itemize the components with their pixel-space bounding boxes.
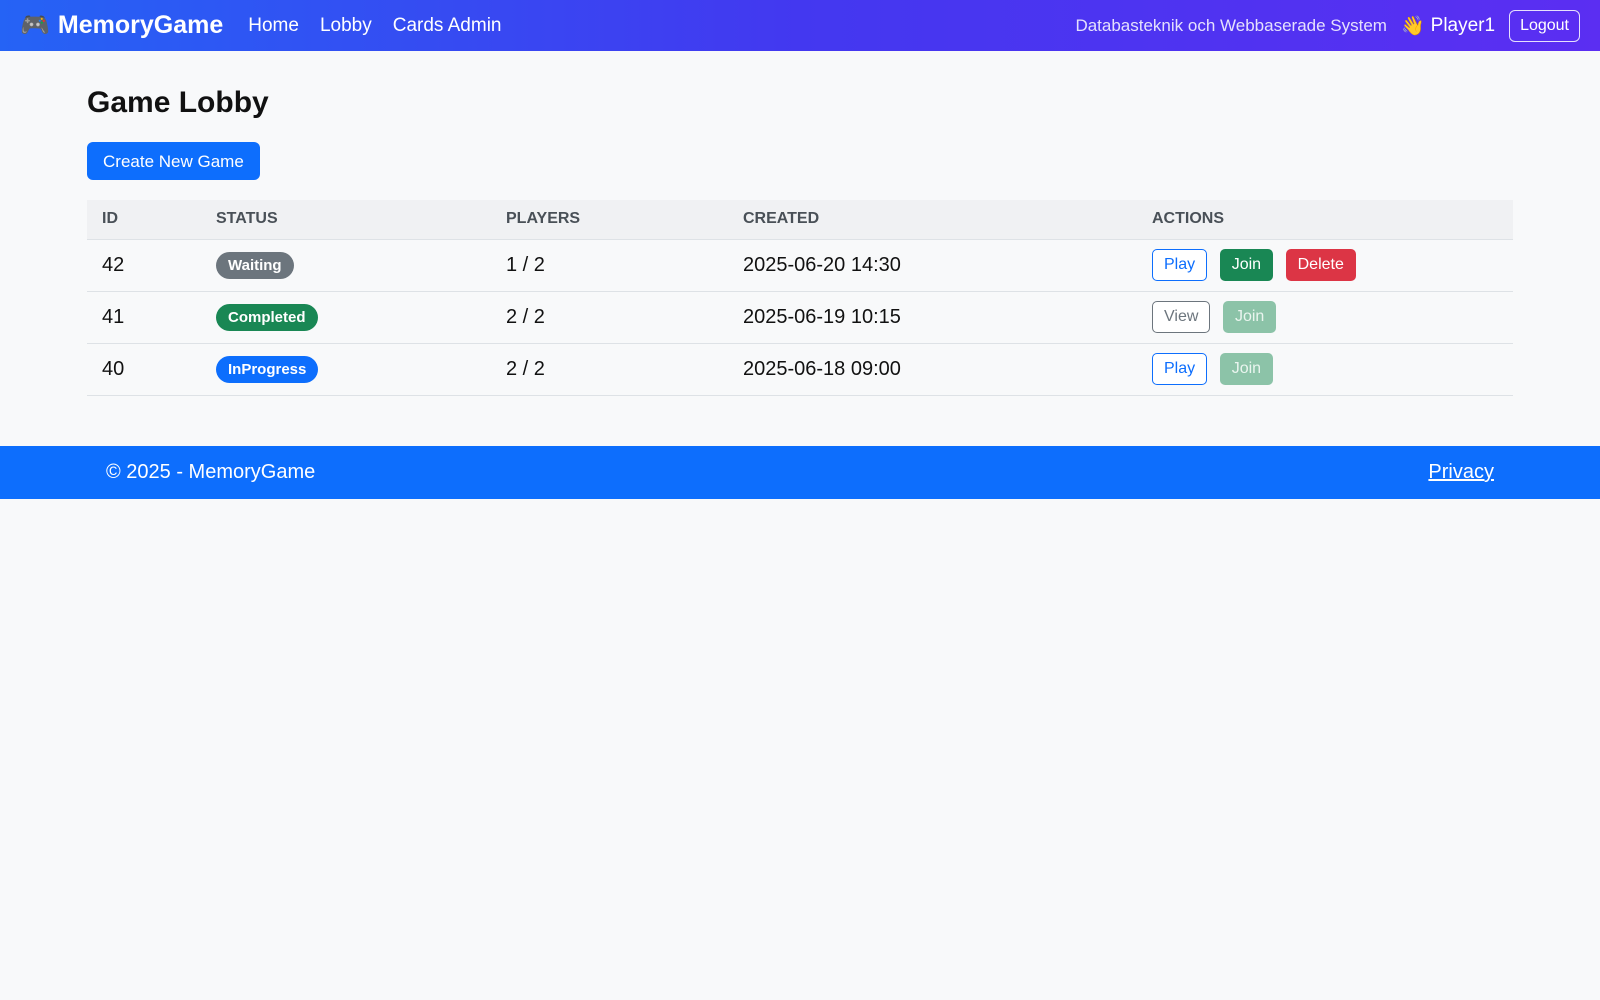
copyright: © 2025 - MemoryGame — [106, 461, 316, 483]
create-new-game-button[interactable]: Create New Game — [87, 142, 260, 180]
header-players: PLAYERS — [491, 200, 728, 240]
status-badge: Completed — [216, 303, 318, 331]
logout-button[interactable]: Logout — [1509, 9, 1580, 42]
status-badge: Waiting — [216, 251, 294, 279]
play-button[interactable]: Play — [1152, 249, 1208, 281]
created-date: 2025-06-18 09:00 — [728, 343, 1137, 396]
created-date: 2025-06-20 14:30 — [728, 239, 1137, 292]
header-actions: ACTIONS — [1137, 200, 1513, 240]
table-row: 42 Waiting 1 / 2 2025-06-20 14:30 Play J… — [87, 239, 1513, 292]
course-name: Databasteknik och Webbaserade System — [1075, 15, 1387, 35]
players-count: 2 / 2 — [491, 291, 728, 344]
players-count: 1 / 2 — [491, 239, 728, 292]
table-row: 40 InProgress 2 / 2 2025-06-18 09:00 Pla… — [87, 343, 1513, 396]
wave-icon: 👋 — [1400, 15, 1425, 37]
created-date: 2025-06-19 10:15 — [728, 291, 1137, 344]
actions-cell: Play Join Delete — [1137, 239, 1513, 292]
nav-link-lobby[interactable]: Lobby — [320, 15, 372, 37]
play-button[interactable]: Play — [1152, 353, 1208, 385]
brand-name: MemoryGame — [57, 11, 224, 39]
delete-button[interactable]: Delete — [1285, 249, 1356, 281]
header-created: CREATED — [728, 200, 1137, 240]
game-id: 40 — [87, 343, 201, 396]
join-button-disabled: Join — [1222, 301, 1277, 333]
view-button[interactable]: View — [1152, 301, 1211, 333]
actions-cell: Play Join — [1137, 343, 1513, 396]
brand[interactable]: 🎮 MemoryGame — [20, 11, 223, 40]
table-row: 41 Completed 2 / 2 2025-06-19 10:15 View… — [87, 291, 1513, 344]
main-content: Game Lobby Create New Game ID STATUS PLA… — [87, 86, 1513, 396]
actions-cell: View Join — [1137, 291, 1513, 344]
nav-link-cards-admin[interactable]: Cards Admin — [393, 15, 502, 37]
header-status: STATUS — [201, 200, 491, 240]
status-badge: InProgress — [216, 355, 319, 383]
username: Player1 — [1430, 14, 1496, 36]
privacy-link[interactable]: Privacy — [1428, 461, 1494, 484]
join-button-disabled: Join — [1219, 353, 1274, 385]
top-navbar: 🎮 MemoryGame Home Lobby Cards Admin Data… — [0, 0, 1600, 51]
join-button[interactable]: Join — [1219, 249, 1274, 281]
games-table: ID STATUS PLAYERS CREATED ACTIONS 42 Wai… — [87, 200, 1513, 396]
nav-link-home[interactable]: Home — [248, 15, 299, 37]
nav-right: Databasteknik och Webbaserade System 👋 P… — [1075, 9, 1580, 42]
header-id: ID — [87, 200, 201, 240]
page-title: Game Lobby — [87, 86, 269, 119]
gamepad-icon: 🎮 — [20, 11, 50, 39]
table-header-row: ID STATUS PLAYERS CREATED ACTIONS — [87, 200, 1513, 240]
game-id: 41 — [87, 291, 201, 344]
game-id: 42 — [87, 239, 201, 292]
footer: © 2025 - MemoryGame Privacy — [0, 446, 1600, 499]
players-count: 2 / 2 — [491, 343, 728, 396]
